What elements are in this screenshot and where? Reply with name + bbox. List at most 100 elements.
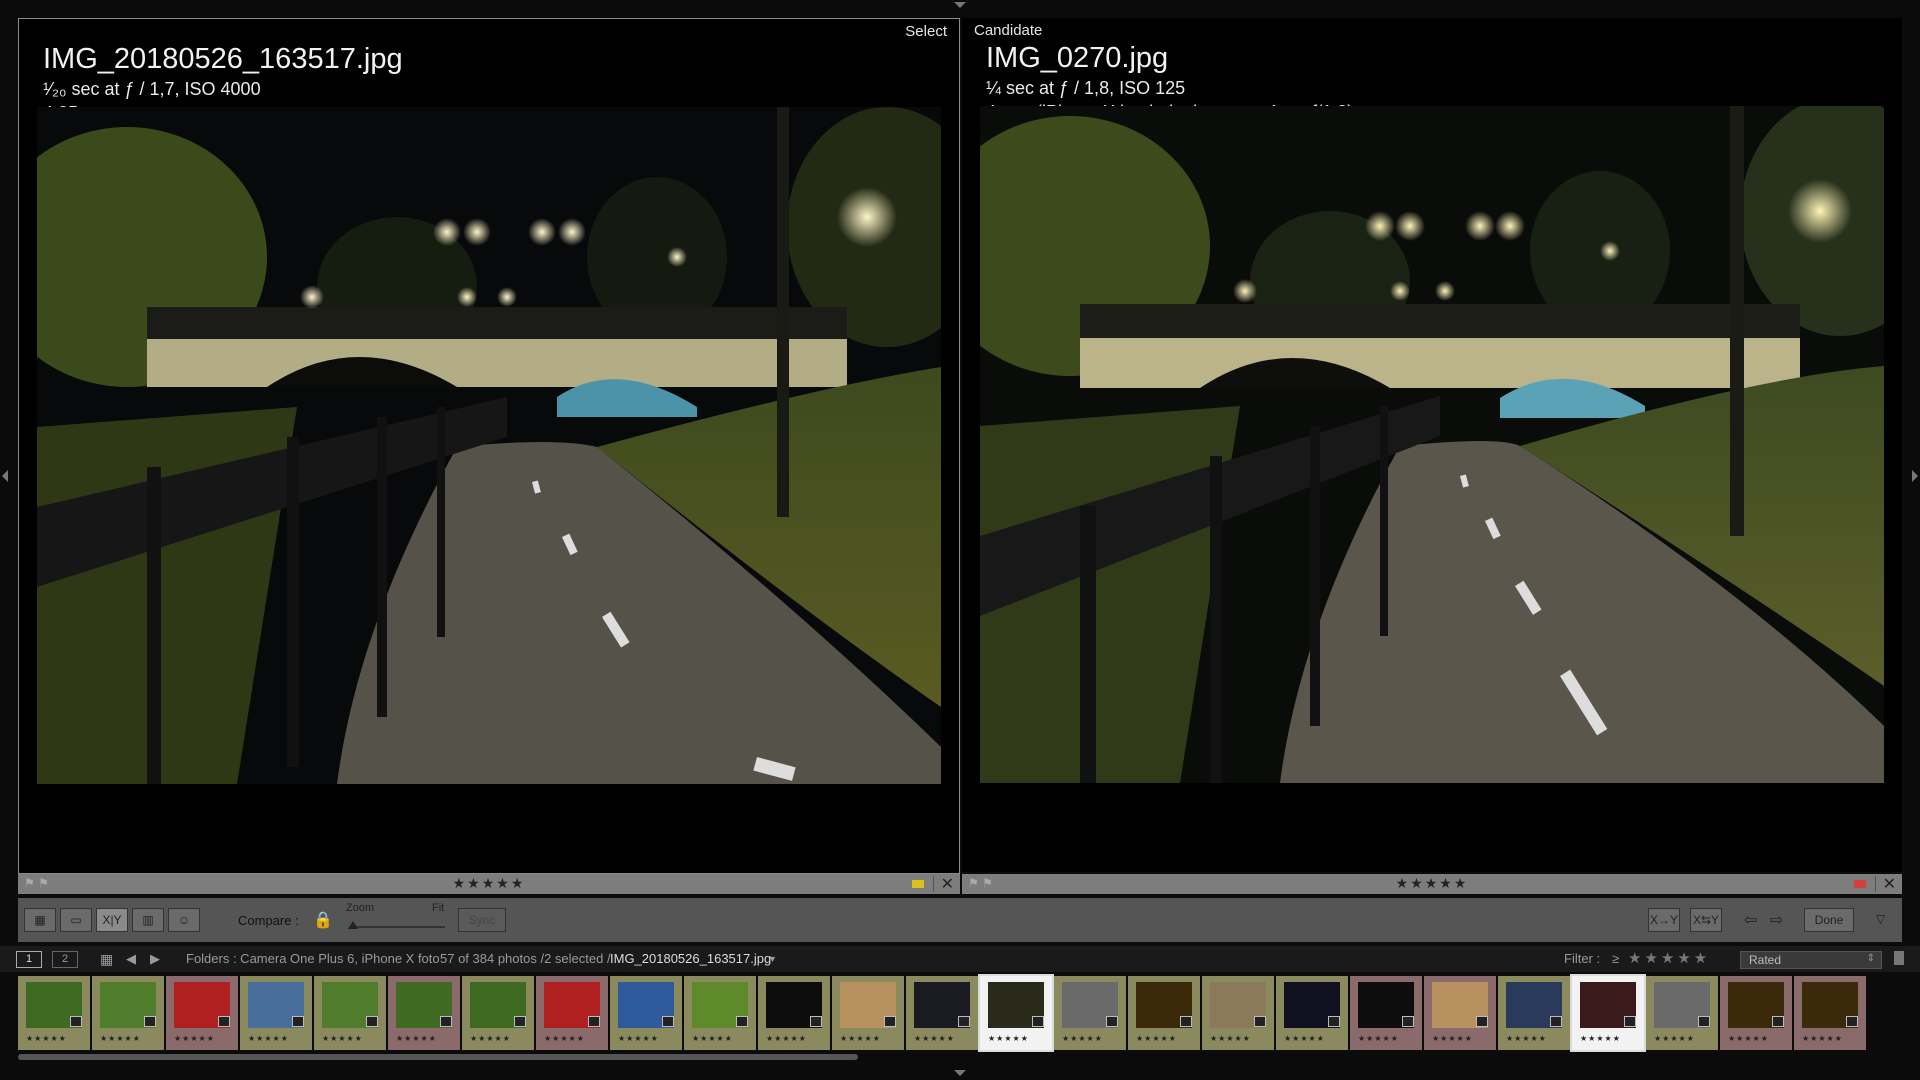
- thumbnail-stars: ★★★★★: [766, 1034, 807, 1043]
- filmstrip-thumbnail[interactable]: ★★★★★: [1646, 976, 1718, 1050]
- badge-icon: [440, 1016, 452, 1027]
- candidate-panel[interactable]: Candidate IMG_0270.jpg ¼ sec at ƒ / 1,8,…: [962, 18, 1902, 872]
- thumbnail-stars: ★★★★★: [1210, 1034, 1251, 1043]
- people-view-button[interactable]: ☺: [168, 908, 200, 932]
- back-arrow-icon[interactable]: ◀: [126, 951, 136, 967]
- filmstrip-thumbnail[interactable]: ★★★★★: [240, 976, 312, 1050]
- filmstrip-thumbnail[interactable]: ★★★★★: [462, 976, 534, 1050]
- thumbnail-stars: ★★★★★: [1728, 1034, 1769, 1043]
- filmstrip-scrollbar[interactable]: [18, 1054, 858, 1060]
- badge-icon: [218, 1016, 230, 1027]
- filmstrip-thumbnail[interactable]: ★★★★★: [1202, 976, 1274, 1050]
- badge-icon: [514, 1016, 526, 1027]
- thumbnail-stars: ★★★★★: [1580, 1034, 1621, 1043]
- compare-view-button[interactable]: X|Y: [96, 908, 128, 932]
- grid-icon[interactable]: ▦: [100, 951, 113, 968]
- select-panel[interactable]: Select IMG_20180526_163517.jpg ¹⁄₂₀ sec …: [18, 18, 960, 874]
- zoom-slider[interactable]: [350, 926, 445, 928]
- select-stars[interactable]: ★★★★★: [18, 875, 960, 892]
- candidate-rating-bar: ⚑ ⚑ ★★★★★ ✕: [962, 874, 1902, 894]
- badge-icon: [1180, 1016, 1192, 1027]
- rated-dropdown[interactable]: Rated ⇕: [1740, 951, 1882, 969]
- filmstrip-thumbnail[interactable]: ★★★★★: [832, 976, 904, 1050]
- thumbnail-stars: ★★★★★: [618, 1034, 659, 1043]
- badge-icon: [144, 1016, 156, 1027]
- toolbar-dropdown-icon[interactable]: ▽: [1876, 912, 1885, 926]
- filmstrip-thumbnail[interactable]: ★★★★★: [758, 976, 830, 1050]
- divider: [933, 876, 934, 892]
- candidate-stars[interactable]: ★★★★★: [962, 875, 1902, 892]
- filmstrip-thumbnail[interactable]: ★★★★★: [1276, 976, 1348, 1050]
- badge-icon: [958, 1016, 970, 1027]
- loupe-view-button[interactable]: ▭: [60, 908, 92, 932]
- fit-label: Fit: [432, 902, 445, 914]
- filter-switch[interactable]: [1894, 951, 1904, 965]
- filmstrip-thumbnail[interactable]: ★★★★★: [1794, 976, 1866, 1050]
- badge-icon: [1550, 1016, 1562, 1027]
- filmstrip-thumbnail[interactable]: ★★★★★: [388, 976, 460, 1050]
- filmstrip-thumbnail[interactable]: ★★★★★: [684, 976, 756, 1050]
- left-panel-toggle-icon[interactable]: [2, 470, 8, 482]
- screen-1-button[interactable]: 1: [16, 951, 42, 968]
- thumbnail-stars: ★★★★★: [174, 1034, 215, 1043]
- filmstrip-thumbnail[interactable]: ★★★★★: [906, 976, 978, 1050]
- survey-view-button[interactable]: ▥: [132, 908, 164, 932]
- select-photo[interactable]: [37, 107, 941, 784]
- badge-icon: [366, 1016, 378, 1027]
- lock-icon[interactable]: 🔒: [313, 910, 333, 930]
- filter-stars[interactable]: ★★★★★: [1628, 949, 1710, 967]
- select-color-label[interactable]: [912, 880, 924, 888]
- dropdown-icon[interactable]: ▼: [768, 954, 777, 964]
- rated-label: Rated: [1749, 953, 1782, 967]
- thumbnail-stars: ★★★★★: [1654, 1034, 1695, 1043]
- badge-icon: [884, 1016, 896, 1027]
- filmstrip-thumbnail[interactable]: ★★★★★: [1350, 976, 1422, 1050]
- filmstrip-thumbnail[interactable]: ★★★★★: [610, 976, 682, 1050]
- screen-2-button[interactable]: 2: [52, 951, 78, 968]
- filmstrip-thumbnail[interactable]: ★★★★★: [1424, 976, 1496, 1050]
- bottom-panel-toggle-icon[interactable]: [954, 1070, 966, 1076]
- thumbnail-stars: ★★★★★: [1432, 1034, 1473, 1043]
- back-arrow-icon[interactable]: ⇦: [1744, 910, 1757, 930]
- filmstrip-thumbnail[interactable]: ★★★★★: [1720, 976, 1792, 1050]
- thumbnail-stars: ★★★★★: [1136, 1034, 1177, 1043]
- filmstrip-thumbnail[interactable]: ★★★★★: [1498, 976, 1570, 1050]
- candidate-color-label[interactable]: [1854, 880, 1866, 888]
- badge-icon: [662, 1016, 674, 1027]
- filmstrip-thumbnail[interactable]: ★★★★★: [92, 976, 164, 1050]
- badge-icon: [70, 1016, 82, 1027]
- close-icon[interactable]: ✕: [941, 874, 954, 894]
- sync-button[interactable]: Sync: [458, 908, 506, 932]
- swap-button[interactable]: X→Y: [1648, 908, 1680, 932]
- done-button[interactable]: Done: [1804, 908, 1854, 932]
- filter-operator[interactable]: ≥: [1612, 951, 1619, 966]
- forward-arrow-icon[interactable]: ⇨: [1770, 910, 1783, 930]
- thumbnail-stars: ★★★★★: [914, 1034, 955, 1043]
- source-path[interactable]: Folders : Camera One Plus 6, iPhone X fo…: [186, 951, 440, 966]
- zoom-slider-thumb[interactable]: [348, 921, 358, 929]
- thumbnail-stars: ★★★★★: [1506, 1034, 1547, 1043]
- filmstrip-thumbnail[interactable]: ★★★★★: [1570, 974, 1646, 1052]
- top-panel-toggle-icon[interactable]: [954, 2, 966, 8]
- make-select-button[interactable]: X⇆Y: [1690, 908, 1722, 932]
- select-label: Select: [905, 23, 947, 40]
- thumbnail-stars: ★★★★★: [1284, 1034, 1325, 1043]
- candidate-exposure: ¼ sec at ƒ / 1,8, ISO 125: [986, 78, 1186, 98]
- thumbnail-stars: ★★★★★: [1802, 1034, 1843, 1043]
- right-panel-toggle-icon[interactable]: [1912, 470, 1918, 482]
- compare-toolbar: ▦ ▭ X|Y ▥ ☺ Compare : 🔒 Zoom Fit Sync X→…: [18, 898, 1902, 942]
- close-icon[interactable]: ✕: [1883, 874, 1896, 894]
- filmstrip-thumbnail[interactable]: ★★★★★: [1054, 976, 1126, 1050]
- candidate-photo[interactable]: [980, 106, 1884, 783]
- forward-arrow-icon[interactable]: ▶: [150, 951, 160, 967]
- filmstrip-thumbnail[interactable]: ★★★★★: [536, 976, 608, 1050]
- filmstrip-thumbnail[interactable]: ★★★★★: [314, 976, 386, 1050]
- current-filename[interactable]: IMG_20180526_163517.jpg: [610, 951, 771, 966]
- filmstrip-thumbnail[interactable]: ★★★★★: [1128, 976, 1200, 1050]
- filmstrip-thumbnail[interactable]: ★★★★★: [18, 976, 90, 1050]
- badge-icon: [1476, 1016, 1488, 1027]
- grid-view-button[interactable]: ▦: [24, 908, 56, 932]
- filmstrip-thumbnail[interactable]: ★★★★★: [166, 976, 238, 1050]
- filmstrip-thumbnail[interactable]: ★★★★★: [978, 974, 1054, 1052]
- thumbnail-stars: ★★★★★: [1062, 1034, 1103, 1043]
